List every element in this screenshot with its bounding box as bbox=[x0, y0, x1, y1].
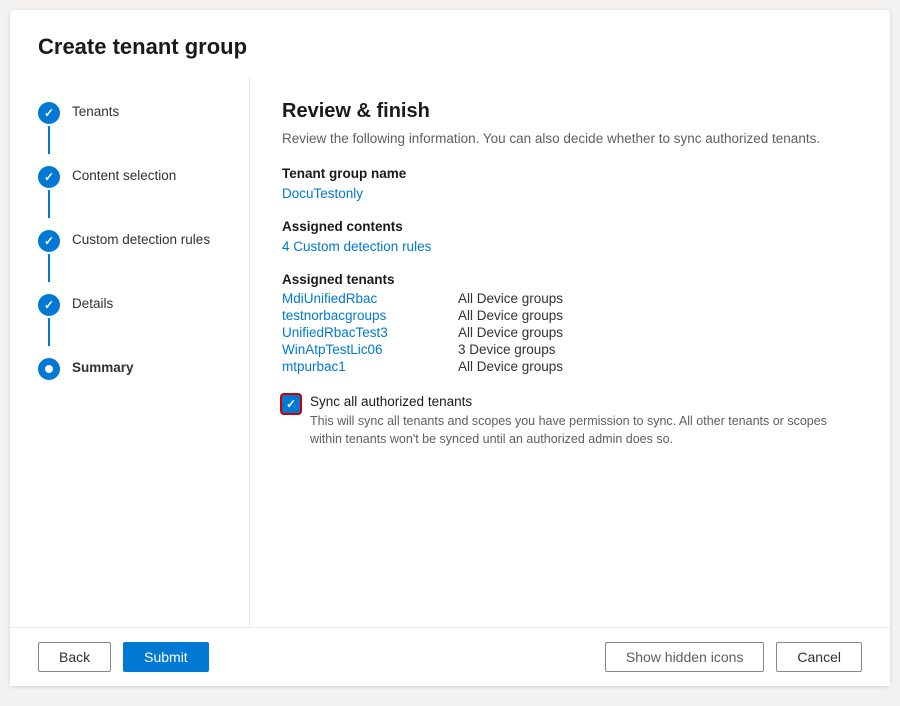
sidebar-step-custom-detection-rules[interactable]: ✓ Custom detection rules bbox=[38, 224, 249, 288]
tenant-scope: All Device groups bbox=[458, 308, 563, 323]
sync-checkbox-section: ✓ Sync all authorized tenants This will … bbox=[282, 394, 858, 448]
table-row: testnorbacgroups All Device groups bbox=[282, 308, 858, 323]
tenant-group-name-block: Tenant group name DocuTestonly bbox=[282, 166, 858, 201]
sync-checkbox-desc: This will sync all tenants and scopes yo… bbox=[310, 413, 830, 448]
tenant-scope: 3 Device groups bbox=[458, 342, 556, 357]
sidebar-step-content-selection[interactable]: ✓ Content selection bbox=[38, 160, 249, 224]
step-circle-content-selection: ✓ bbox=[38, 166, 60, 188]
section-description: Review the following information. You ca… bbox=[282, 131, 858, 146]
tenant-name-link[interactable]: UnifiedRbacTest3 bbox=[282, 325, 442, 340]
assigned-contents-label: Assigned contents bbox=[282, 219, 858, 234]
back-button[interactable]: Back bbox=[38, 642, 111, 672]
sync-checkbox-label: Sync all authorized tenants bbox=[310, 394, 830, 409]
submit-button[interactable]: Submit bbox=[123, 642, 209, 672]
sidebar-step-details[interactable]: ✓ Details bbox=[38, 288, 249, 352]
assigned-contents-block: Assigned contents 4 Custom detection rul… bbox=[282, 219, 858, 254]
table-row: mtpurbac1 All Device groups bbox=[282, 359, 858, 374]
step-label-details: Details bbox=[72, 294, 113, 311]
step-label-custom-detection-rules: Custom detection rules bbox=[72, 230, 210, 247]
assigned-contents-link[interactable]: 4 Custom detection rules bbox=[282, 239, 431, 254]
sync-label-block: Sync all authorized tenants This will sy… bbox=[310, 394, 830, 448]
tenant-scope: All Device groups bbox=[458, 359, 563, 374]
tenant-name-link[interactable]: MdiUnifiedRbac bbox=[282, 291, 442, 306]
section-title: Review & finish bbox=[282, 100, 858, 123]
tenant-scope: All Device groups bbox=[458, 291, 563, 306]
table-row: UnifiedRbacTest3 All Device groups bbox=[282, 325, 858, 340]
show-hidden-icons-button[interactable]: Show hidden icons bbox=[605, 642, 765, 672]
sync-all-checkbox[interactable]: ✓ bbox=[282, 395, 300, 413]
sidebar: ✓ Tenants ✓ Content selection bbox=[10, 76, 250, 627]
step-circle-details: ✓ bbox=[38, 294, 60, 316]
step-label-summary: Summary bbox=[72, 358, 134, 375]
step-circle-custom-detection-rules: ✓ bbox=[38, 230, 60, 252]
content-area: Review & finish Review the following inf… bbox=[250, 76, 890, 627]
tenant-group-name-link[interactable]: DocuTestonly bbox=[282, 186, 363, 201]
tenant-scope: All Device groups bbox=[458, 325, 563, 340]
tenants-table: MdiUnifiedRbac All Device groups testnor… bbox=[282, 291, 858, 374]
step-label-tenants: Tenants bbox=[72, 102, 119, 119]
sidebar-step-summary[interactable]: Summary bbox=[38, 352, 249, 386]
tenant-name-link[interactable]: testnorbacgroups bbox=[282, 308, 442, 323]
table-row: MdiUnifiedRbac All Device groups bbox=[282, 291, 858, 306]
tenant-name-link[interactable]: WinAtpTestLic06 bbox=[282, 342, 442, 357]
step-circle-summary bbox=[38, 358, 60, 380]
checkbox-checkmark: ✓ bbox=[286, 398, 296, 410]
step-label-content-selection: Content selection bbox=[72, 166, 176, 183]
tenant-group-name-label: Tenant group name bbox=[282, 166, 858, 181]
cancel-button[interactable]: Cancel bbox=[776, 642, 862, 672]
page-title: Create tenant group bbox=[10, 10, 890, 76]
sidebar-step-tenants[interactable]: ✓ Tenants bbox=[38, 96, 249, 160]
step-circle-tenants: ✓ bbox=[38, 102, 60, 124]
footer: Back Submit Show hidden icons Cancel bbox=[10, 627, 890, 686]
table-row: WinAtpTestLic06 3 Device groups bbox=[282, 342, 858, 357]
assigned-tenants-label: Assigned tenants bbox=[282, 272, 858, 287]
tenant-name-link[interactable]: mtpurbac1 bbox=[282, 359, 442, 374]
assigned-tenants-block: Assigned tenants MdiUnifiedRbac All Devi… bbox=[282, 272, 858, 374]
